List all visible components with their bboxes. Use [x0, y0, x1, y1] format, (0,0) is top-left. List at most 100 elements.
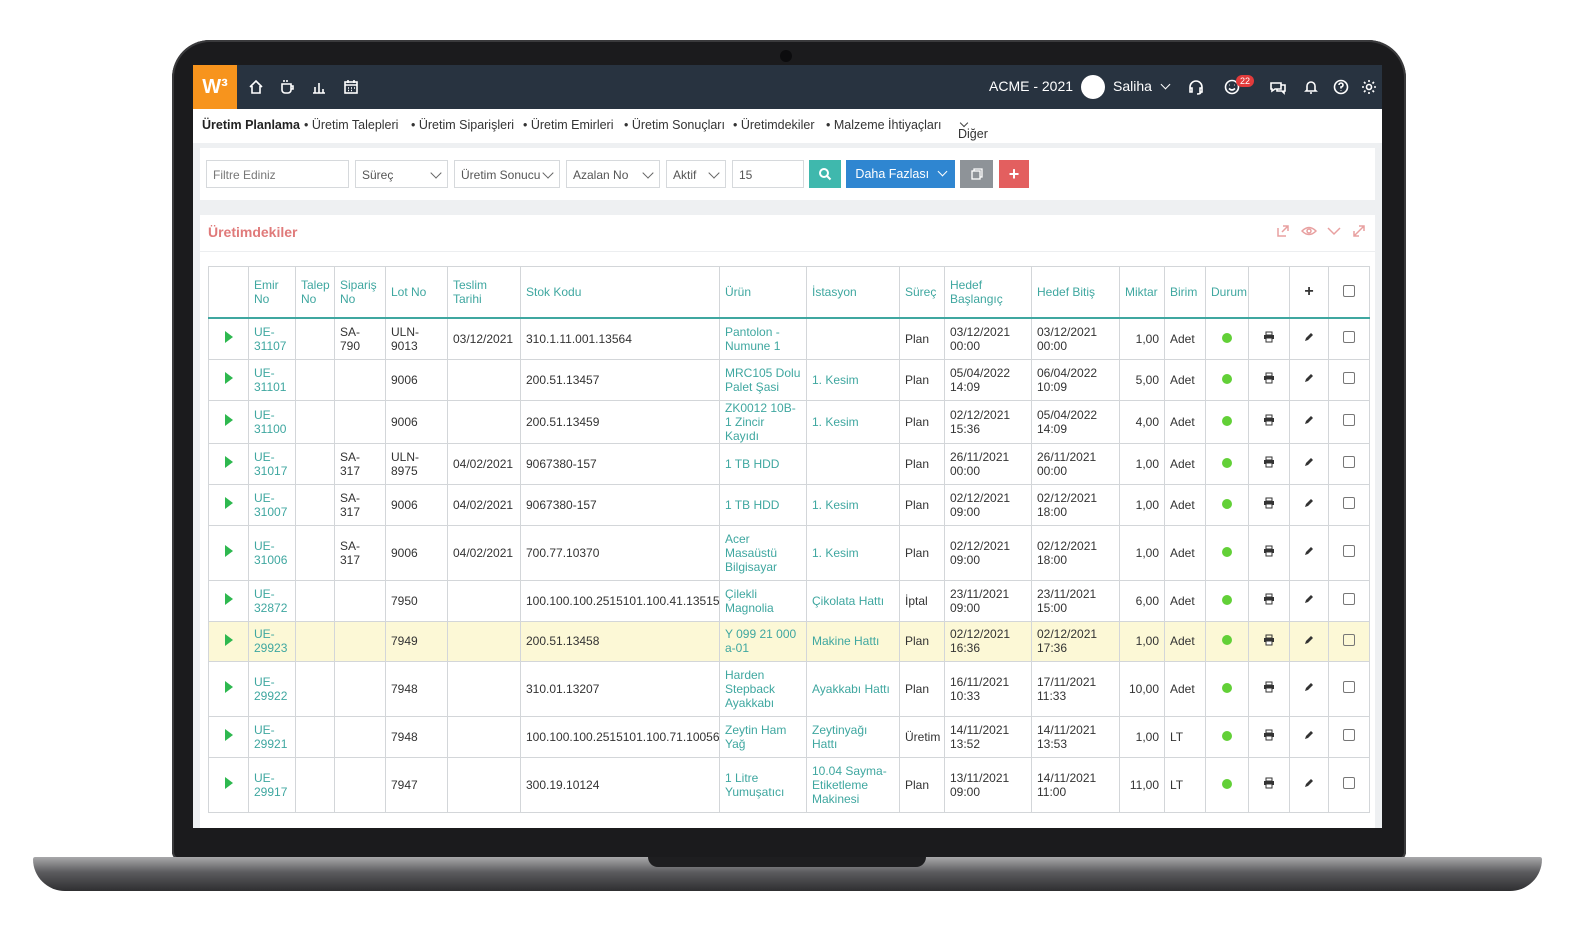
col-product[interactable]: Ürün: [719, 266, 807, 319]
col-request-no[interactable]: Talep No: [295, 266, 335, 319]
edit-button[interactable]: [1289, 756, 1329, 813]
row-checkbox[interactable]: [1328, 660, 1370, 717]
table-row[interactable]: UE-29917 7947 300.19.10124 1 Litre Yumuşatı…: [208, 756, 1370, 813]
edit-button[interactable]: [1289, 317, 1329, 360]
row-expand-button[interactable]: [208, 715, 249, 758]
print-button[interactable]: [1248, 358, 1290, 401]
add-button[interactable]: +: [999, 160, 1029, 188]
edit-button[interactable]: [1289, 358, 1329, 401]
col-stock-code[interactable]: Stok Kodu: [520, 266, 720, 319]
cell-emir[interactable]: UE-31100: [248, 399, 296, 444]
table-row[interactable]: UE-29921 7948 100.100.100.2515101.100.71.1…: [208, 715, 1370, 758]
home-icon[interactable]: [247, 78, 265, 96]
row-expand-button[interactable]: [208, 524, 249, 581]
help-icon[interactable]: [1332, 78, 1350, 96]
cell-emir[interactable]: UE-31007: [248, 483, 296, 526]
avatar[interactable]: [1081, 75, 1105, 99]
row-checkbox[interactable]: [1328, 524, 1370, 581]
nav-material-requirements[interactable]: • Malzeme İhtiyaçları: [826, 118, 942, 132]
nav-work-orders[interactable]: • Üretim Emirleri: [523, 118, 614, 132]
row-checkbox[interactable]: [1328, 620, 1370, 662]
table-row[interactable]: UE-31101 9006 200.51.13457 MRC105 Dolu Pale…: [208, 358, 1370, 401]
cell-emir[interactable]: UE-31017: [248, 442, 296, 485]
table-row[interactable]: UE-29923 7949 200.51.13458 Y 099 21 000 a-0…: [208, 620, 1370, 662]
cell-emir[interactable]: UE-29923: [248, 620, 296, 662]
col-add[interactable]: +: [1289, 266, 1329, 319]
row-expand-button[interactable]: [208, 756, 249, 813]
edit-button[interactable]: [1289, 715, 1329, 758]
row-checkbox[interactable]: [1328, 756, 1370, 813]
edit-button[interactable]: [1289, 524, 1329, 581]
row-checkbox[interactable]: [1328, 715, 1370, 758]
row-checkbox[interactable]: [1328, 399, 1370, 444]
cell-emir[interactable]: UE-29917: [248, 756, 296, 813]
copy-button[interactable]: [960, 160, 993, 188]
print-button[interactable]: [1248, 524, 1290, 581]
company-selector[interactable]: ACME - 2021: [989, 78, 1073, 94]
row-expand-button[interactable]: [208, 660, 249, 717]
process-select[interactable]: Süreç: [355, 160, 448, 188]
nav-production-orders[interactable]: • Üretim Siparişleri: [411, 118, 514, 132]
print-button[interactable]: [1248, 579, 1290, 622]
row-expand-button[interactable]: [208, 483, 249, 526]
col-target-start[interactable]: Hedef Başlangıç: [944, 266, 1032, 319]
chat-icon[interactable]: [1269, 78, 1287, 96]
row-expand-button[interactable]: [208, 358, 249, 401]
table-row[interactable]: UE-31007 SA-317 9006 04/02/2021 9067380-157 1…: [208, 483, 1370, 526]
cell-emir[interactable]: UE-31006: [248, 524, 296, 581]
table-row[interactable]: UE-32872 7950 100.100.100.2515101.100.41.1…: [208, 579, 1370, 622]
col-process[interactable]: Süreç: [899, 266, 945, 319]
edit-button[interactable]: [1289, 483, 1329, 526]
col-delivery-date[interactable]: Teslim Tarihi: [447, 266, 521, 319]
cell-emir[interactable]: UE-31101: [248, 358, 296, 401]
col-select-all[interactable]: [1328, 266, 1370, 319]
filter-input[interactable]: Filtre Ediniz: [206, 160, 349, 188]
export-icon[interactable]: [1275, 223, 1291, 239]
edit-button[interactable]: [1289, 399, 1329, 444]
col-target-end[interactable]: Hedef Bitiş: [1031, 266, 1120, 319]
cell-emir[interactable]: UE-29921: [248, 715, 296, 758]
chart-icon[interactable]: [310, 78, 328, 96]
calendar-icon[interactable]: [342, 78, 360, 96]
coffee-icon[interactable]: [278, 78, 296, 96]
row-checkbox[interactable]: [1328, 317, 1370, 360]
cell-emir[interactable]: UE-32872: [248, 579, 296, 622]
col-lot-no[interactable]: Lot No: [385, 266, 448, 319]
nav-production-results[interactable]: • Üretim Sonuçları: [624, 118, 725, 132]
row-checkbox[interactable]: [1328, 358, 1370, 401]
search-button[interactable]: [809, 160, 841, 188]
print-button[interactable]: [1248, 660, 1290, 717]
row-expand-button[interactable]: [208, 317, 249, 360]
nav-more[interactable]: Diğer: [958, 118, 988, 141]
col-order-no[interactable]: Emir No: [248, 266, 296, 319]
print-button[interactable]: [1248, 442, 1290, 485]
print-button[interactable]: [1248, 317, 1290, 360]
row-expand-button[interactable]: [208, 579, 249, 622]
nav-production-requests[interactable]: • Üretim Talepleri: [304, 118, 398, 132]
table-row[interactable]: UE-29922 7948 310.01.13207 Harden Stepback …: [208, 660, 1370, 717]
headset-icon[interactable]: [1187, 78, 1205, 96]
edit-button[interactable]: [1289, 620, 1329, 662]
print-button[interactable]: [1248, 483, 1290, 526]
col-status[interactable]: Durum: [1205, 266, 1249, 319]
expand-icon[interactable]: [1351, 223, 1367, 239]
edit-button[interactable]: [1289, 442, 1329, 485]
cell-emir[interactable]: UE-31107: [248, 317, 296, 360]
table-row[interactable]: UE-31107 SA-790 ULN-9013 03/12/2021 310.1.11…: [208, 317, 1370, 360]
cell-emir[interactable]: UE-29922: [248, 660, 296, 717]
nav-in-production[interactable]: • Üretimdekiler: [733, 118, 814, 132]
row-expand-button[interactable]: [208, 399, 249, 444]
order-select[interactable]: Azalan No: [566, 160, 660, 188]
table-row[interactable]: UE-31100 9006 200.51.13459 ZK0012 10B-1 Zin…: [208, 399, 1370, 444]
edit-button[interactable]: [1289, 579, 1329, 622]
logo[interactable]: W³: [193, 65, 237, 109]
more-button[interactable]: Daha Fazlası: [846, 160, 955, 188]
print-button[interactable]: [1248, 620, 1290, 662]
row-expand-button[interactable]: [208, 620, 249, 662]
bell-icon[interactable]: [1302, 78, 1320, 96]
row-checkbox[interactable]: [1328, 483, 1370, 526]
print-button[interactable]: [1248, 399, 1290, 444]
row-checkbox[interactable]: [1328, 442, 1370, 485]
print-button[interactable]: [1248, 715, 1290, 758]
collapse-icon[interactable]: [1326, 223, 1342, 239]
